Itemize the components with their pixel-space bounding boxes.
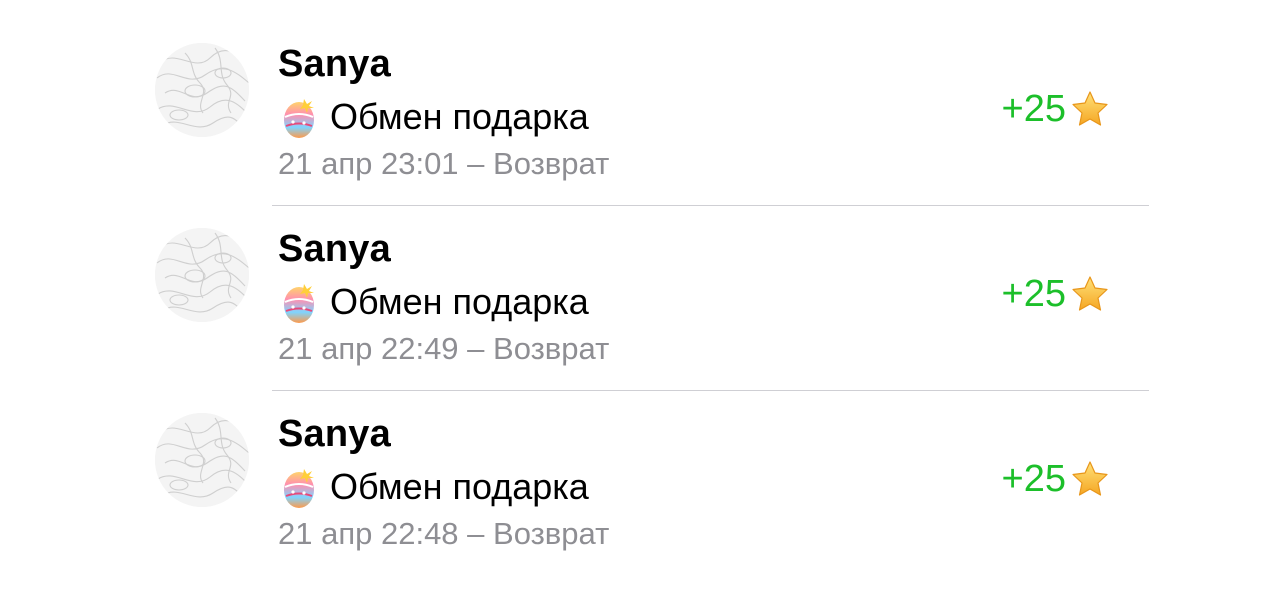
easter-egg-icon (284, 284, 314, 323)
amount-group: +25 (1002, 89, 1110, 129)
transaction-row[interactable]: Sanya Обмен подарка 21 апр 23:01 – Возвр… (0, 21, 1280, 206)
avatar (155, 43, 249, 137)
amount-group: +25 (1002, 459, 1110, 499)
avatar (155, 228, 249, 322)
amount-group: +25 (1002, 274, 1110, 314)
transaction-title-line: Обмен подарка (280, 465, 589, 509)
transaction-title-line: Обмен подарка (280, 95, 589, 139)
star-icon (1072, 276, 1108, 311)
easter-egg-icon (284, 469, 314, 508)
transaction-row[interactable]: Sanya Обмен подарка 21 апр 22:48 – Возвр… (0, 391, 1280, 576)
transaction-title: Обмен подарка (330, 96, 589, 137)
amount-value: +25 (1001, 273, 1066, 315)
transaction-title: Обмен подарка (330, 466, 589, 507)
transaction-meta: 21 апр 22:48 – Возврат (278, 516, 610, 551)
transaction-list: Sanya Обмен подарка 21 апр 23:01 – Возвр… (0, 0, 1280, 597)
transaction-title-line: Обмен подарка (280, 280, 589, 324)
sender-name: Sanya (278, 43, 391, 85)
star-icon (1072, 91, 1108, 126)
avatar (155, 413, 249, 507)
transaction-row[interactable]: Sanya Обмен подарка 21 апр 22:49 – Возвр… (0, 206, 1280, 391)
sender-name: Sanya (278, 413, 391, 455)
amount-value: +25 (1001, 458, 1066, 500)
transaction-meta: 21 апр 23:01 – Возврат (278, 146, 610, 181)
easter-egg-icon (284, 99, 314, 138)
sender-name: Sanya (278, 228, 391, 270)
star-icon (1072, 461, 1108, 496)
transaction-title: Обмен подарка (330, 281, 589, 322)
amount-value: +25 (1001, 88, 1066, 130)
transaction-meta: 21 апр 22:49 – Возврат (278, 331, 610, 366)
